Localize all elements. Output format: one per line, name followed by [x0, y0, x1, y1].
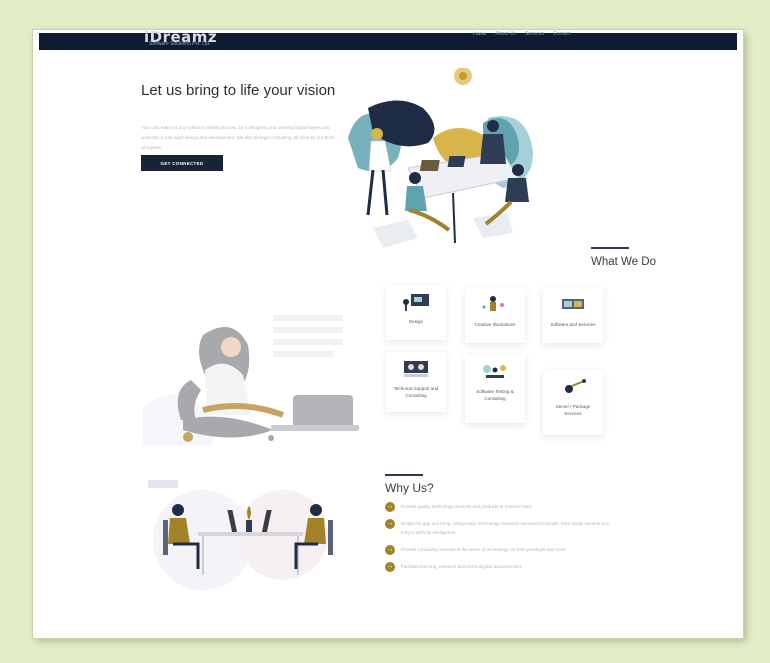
arrow-right-icon: → — [385, 562, 395, 572]
arrow-right-icon: → — [385, 502, 395, 512]
software-icon — [562, 299, 584, 309]
service-label: Creative Illustrations — [474, 322, 516, 327]
section-divider — [591, 247, 629, 249]
service-label: Design — [408, 319, 423, 324]
nav-link-contact[interactable]: Contact — [553, 31, 570, 37]
why-us-point: Facilitate learning, research and techno… — [401, 564, 523, 569]
design-icon — [403, 294, 429, 311]
list-item: → Provide quality technology services an… — [385, 502, 615, 512]
why-us-title: Why Us? — [385, 481, 434, 495]
list-item: → Facilitate learning, research and tech… — [385, 562, 615, 572]
why-us-point: Provide quality technology services and … — [401, 504, 534, 509]
arrow-right-icon: → — [385, 519, 395, 529]
service-card-server-package[interactable]: Server / Package Services — [543, 370, 603, 435]
arrow-right-icon: → — [385, 545, 395, 555]
get-connected-button[interactable]: GET CONNECTED — [141, 155, 223, 171]
brand-tagline: Software Solutions Pvt. Ltd. — [149, 41, 211, 47]
service-label: Technical Support and Consulting — [393, 386, 439, 398]
service-card-design[interactable]: Design — [386, 285, 446, 340]
office-desk-illustration — [148, 480, 333, 590]
team-meeting-illustration — [348, 68, 533, 248]
nav-link-services[interactable]: Services — [525, 31, 544, 37]
why-us-list: → Provide quality technology services an… — [385, 502, 615, 579]
why-us-point: Bridge the gap and bring cutting-edge te… — [401, 521, 610, 535]
list-item: → Bridge the gap and bring cutting-edge … — [385, 519, 615, 537]
server-icon — [565, 379, 586, 393]
why-us-point: Provide consulting services in the areas… — [401, 547, 568, 552]
service-card-technical-support[interactable]: Technical Support and Consulting — [386, 352, 446, 412]
browser-frame: iDreamz Software Solutions Pvt. Ltd. Hom… — [33, 30, 743, 638]
service-card-creative-illustrations[interactable]: Creative Illustrations — [465, 288, 525, 343]
service-card-software-testing[interactable]: Software Testing & Consulting — [465, 355, 525, 423]
girl-laptop-illustration — [143, 315, 359, 445]
service-label: Server / Package Services — [555, 404, 591, 416]
nav-link-about[interactable]: About Us — [495, 31, 516, 37]
hero-title: Let us bring to life your vision — [141, 82, 336, 99]
navbar: iDreamz Software Solutions Pvt. Ltd. Hom… — [39, 30, 737, 50]
section-divider — [385, 474, 423, 476]
service-label: Software and Services — [550, 322, 596, 327]
illustration-icon — [482, 296, 504, 311]
service-card-software-services[interactable]: Software and Services — [543, 288, 603, 343]
nav-link-home[interactable]: Home — [473, 31, 486, 37]
what-we-do-title: What We Do — [591, 256, 656, 268]
list-item: → Provide consulting services in the are… — [385, 545, 615, 555]
testing-icon — [483, 365, 506, 378]
nav-links: Home About Us Services Contact — [473, 31, 570, 37]
support-icon — [404, 361, 428, 377]
service-label: Software Testing & Consulting — [476, 389, 514, 401]
hero-description: Your own team for any software related p… — [141, 125, 335, 150]
